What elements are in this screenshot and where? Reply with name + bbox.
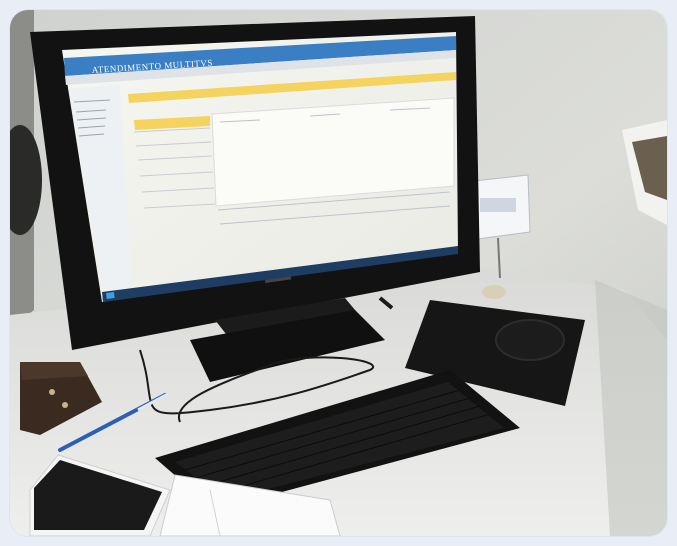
photo-frame: ATENDIMENTO MULTITVS — [10, 10, 667, 536]
desk-photo: ATENDIMENTO MULTITVS — [10, 10, 667, 536]
